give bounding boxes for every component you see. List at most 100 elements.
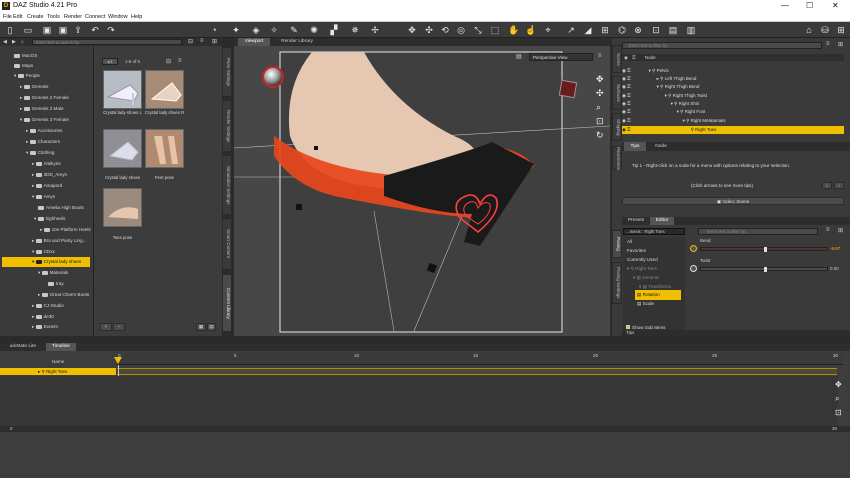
tree-item[interactable]: ▸ Genesis	[20, 82, 48, 92]
panel-icon[interactable]: ▥	[686, 25, 696, 35]
home-folder-icon[interactable]: ⌂	[21, 39, 24, 45]
tree-item-selected[interactable]: ▾ Crystal lady shoes	[2, 257, 90, 267]
param-bend[interactable]: Bend -8.67	[688, 238, 844, 260]
merge-icon[interactable]: ⇪	[73, 25, 83, 35]
twist-slider-thumb[interactable]	[764, 267, 767, 272]
tree-item[interactable]: ▸ Bra and Panty Ling...	[32, 236, 87, 246]
tree-item[interactable]: Maps	[14, 61, 33, 71]
tab-smart-content[interactable]: Smart Content	[222, 218, 232, 270]
rotate-tool-icon[interactable]: ⟲	[440, 25, 450, 35]
render-icon[interactable]: ◔	[209, 25, 219, 35]
menu-connect[interactable]: Connect	[85, 14, 106, 20]
tree-item[interactable]: ▸ Characters	[26, 137, 60, 147]
param-menu-icon[interactable]: ≡	[826, 227, 830, 233]
tab-shaping[interactable]: Shaping	[612, 113, 622, 141]
tree-item[interactable]: tray	[48, 279, 64, 289]
scene-node[interactable]: ◉ ⚿ ▾ ⚲ Right Thigh Bend	[622, 83, 844, 91]
cart-icon[interactable]: ⊞	[836, 25, 846, 35]
filter-icon[interactable]: ⊟	[188, 38, 193, 45]
tab-parameters[interactable]: Parameters	[612, 146, 622, 170]
tree-item[interactable]: ▸ !Valkyrie	[32, 159, 61, 169]
scene-node[interactable]: ◉ ⚿ ▾ ⚲ Right Metatarsals	[622, 117, 844, 125]
sort-icon[interactable]: ≡	[178, 58, 182, 64]
tree-item[interactable]: MacOS	[14, 51, 37, 61]
redo-icon[interactable]: ↷	[106, 25, 116, 35]
scene-node[interactable]: ◉ ⚿ ▾ ⚲ Pelvis	[622, 67, 844, 75]
menu-tools[interactable]: Tools	[47, 14, 60, 20]
scene-node-selected[interactable]: ◉ ⚿ ⚲ Right Toes	[622, 126, 844, 134]
tip-prev-button[interactable]: ‹	[822, 182, 832, 189]
tree-item[interactable]: Amelia High Boots	[38, 203, 84, 213]
menu-create[interactable]: Create	[27, 14, 44, 20]
brush-icon[interactable]: ✎	[289, 25, 299, 35]
minimize-button[interactable]: —	[781, 1, 789, 10]
spot-render-icon[interactable]: ⊞	[600, 25, 610, 35]
display-icon[interactable]: ▤	[668, 25, 678, 35]
menu-window[interactable]: Window	[108, 14, 128, 20]
asset-thumbnail[interactable]	[145, 129, 184, 168]
tree-item[interactable]: ▾ CDxx	[32, 247, 55, 257]
3d-viewport[interactable]: ▤ Perspective View ≡ ✥ ✣ ⌕ ⊡ ↻	[233, 46, 611, 336]
content-search-input[interactable]: Enter text to search by...	[32, 39, 182, 45]
tree-item[interactable]: ▾ Materials	[38, 268, 68, 278]
tab-tips[interactable]: Tips	[624, 142, 646, 151]
menu-edit[interactable]: Edit	[13, 14, 22, 20]
back-icon[interactable]: ◀	[3, 39, 7, 45]
tab-editor[interactable]: Editor	[650, 217, 674, 225]
save-icon[interactable]: ▣	[42, 25, 52, 35]
tip-next-button[interactable]: ›	[834, 182, 844, 189]
view-options-icon[interactable]: ⊟	[166, 58, 171, 65]
joint-editor-icon[interactable]: ↗	[566, 25, 576, 35]
page-prev-button[interactable]: ◂ 1	[102, 58, 118, 65]
scene-filter-input[interactable]: Enter text to filter by...	[622, 42, 822, 49]
splitter[interactable]	[0, 336, 850, 343]
surface-selection-icon[interactable]: ⌬	[617, 25, 627, 35]
menu-render[interactable]: Render	[64, 14, 82, 20]
scene-menu-icon[interactable]: ≡	[826, 41, 830, 47]
tab-simulation-settings[interactable]: Simulation Settings	[222, 155, 232, 215]
bend-slider-thumb[interactable]	[764, 247, 767, 252]
asset-thumbnail[interactable]	[103, 129, 142, 168]
param-value[interactable]: 0.00	[830, 266, 839, 271]
tab-animate-lite[interactable]: aniMate Lite	[3, 343, 43, 351]
tree-item[interactable]: ▸ Genesis 2 Female	[20, 93, 69, 103]
param-options-icon[interactable]: ⊞	[838, 227, 843, 234]
orbit-icon[interactable]: ✣	[596, 88, 604, 99]
tab-viewport[interactable]: Viewport	[238, 38, 270, 46]
tab-timeline[interactable]: Timeline	[46, 343, 76, 351]
asset-thumbnail[interactable]	[145, 70, 184, 109]
home-icon[interactable]: ⌂	[804, 25, 814, 35]
transform-icon[interactable]: ✥	[407, 25, 417, 35]
tab-content-library[interactable]: Content Library	[222, 274, 232, 332]
tree-item[interactable]: ▸ 3DD_Amyn	[32, 170, 67, 180]
link-icon[interactable]: ⊗	[633, 25, 643, 35]
tree-item[interactable]: ▸ CJ-Studio	[32, 301, 64, 311]
scene-light-icon[interactable]	[262, 66, 284, 88]
zoom-icon[interactable]: ⌕	[835, 394, 839, 404]
tab-node[interactable]: Node	[650, 142, 672, 151]
twist-slider[interactable]	[700, 267, 828, 272]
scene-node[interactable]: ◉ ⚿ ▸ ⚲ Left Thigh Bend	[622, 75, 844, 83]
maximize-button[interactable]: ☐	[806, 1, 813, 10]
node-weight-icon[interactable]: ⌖	[543, 25, 553, 35]
fit-icon[interactable]: ⊡	[835, 408, 842, 417]
node-dropdown[interactable]: ...mesis : Right Toes	[623, 228, 685, 235]
store-icon[interactable]: ⛁	[820, 25, 830, 35]
wand-icon[interactable]: ✦	[231, 25, 241, 35]
playhead-marker[interactable]	[114, 357, 122, 364]
open-icon[interactable]: ▭	[23, 25, 33, 35]
track-row-selected[interactable]: ▸ ⚲ Right Toes	[0, 368, 116, 375]
tree-item[interactable]: ▸ 10e Platform Heels	[40, 225, 91, 235]
scene-node[interactable]: ◉ ⚿ ▾ ⚲ Right Thigh Twist	[622, 92, 844, 100]
end-frame[interactable]: 30	[832, 426, 837, 431]
save-as-icon[interactable]: ▣	[58, 25, 68, 35]
zoom-icon[interactable]: ⌕	[596, 102, 601, 113]
scale-tool-icon[interactable]: ⤡	[473, 25, 483, 35]
category-item[interactable]: ▤ Scale	[637, 299, 654, 309]
camera-tool-icon[interactable]: ⊡	[651, 25, 661, 35]
universal-tool-icon[interactable]: ✣	[424, 25, 434, 35]
morph-icon[interactable]: ✵	[350, 25, 360, 35]
frame-icon[interactable]: ⊡	[596, 116, 604, 127]
close-button[interactable]: ✕	[832, 1, 839, 10]
tree-item[interactable]: ▾ Genesis 3 Female	[20, 115, 69, 125]
